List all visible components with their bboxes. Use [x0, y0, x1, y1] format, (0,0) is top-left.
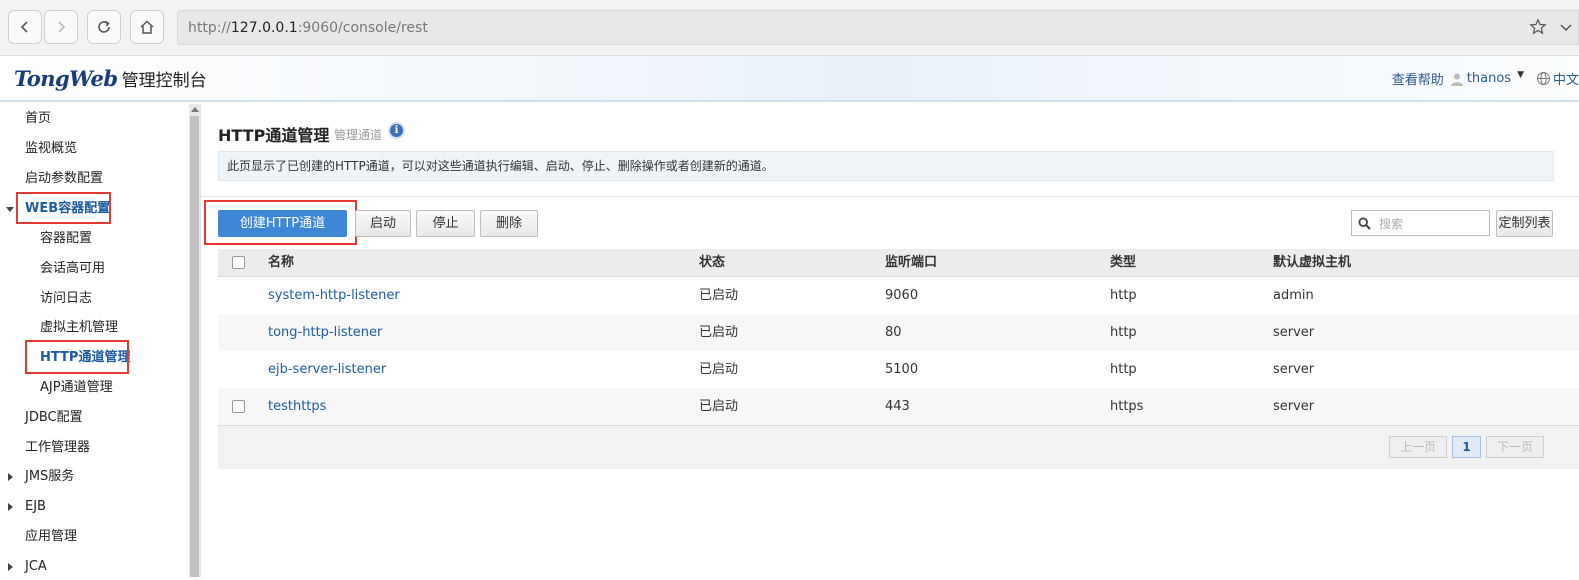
logo-subtitle: 管理控制台 [121, 71, 207, 91]
chevron-right-icon [58, 21, 66, 33]
next-page-button[interactable]: 下一页 [1486, 436, 1544, 458]
channel-type: http [1110, 288, 1137, 303]
back-button[interactable] [8, 10, 42, 44]
start-button[interactable]: 启动 [355, 210, 411, 237]
star-icon[interactable] [1529, 18, 1547, 36]
sidebar-item-app-management[interactable]: 应用管理 [0, 524, 77, 550]
channel-name-link[interactable]: testhttps [268, 388, 326, 425]
table-row[interactable]: testhttps 已启动 443 https server [218, 388, 1579, 425]
channel-name-link[interactable]: system-http-listener [268, 277, 400, 314]
url-host: 127.0.0.1 [230, 19, 298, 36]
sidebar-item-startup-params[interactable]: 启动参数配置 [0, 166, 103, 192]
sidebar-item-label: JCA [25, 559, 47, 574]
logo-brand: TongWeb [14, 66, 118, 91]
search-input[interactable]: 搜索 [1351, 210, 1490, 236]
column-header-vhost[interactable]: 默认虚拟主机 [1273, 249, 1351, 277]
home-icon [140, 20, 154, 34]
url-path: :9060/console/rest [297, 19, 428, 36]
pagination-bar: 上一页 1 下一页 [218, 425, 1579, 469]
table-row[interactable]: system-http-listener 已启动 9060 http admin [218, 277, 1579, 314]
sidebar-group-ejb[interactable]: EJB [0, 494, 190, 520]
search-placeholder: 搜索 [1379, 216, 1404, 231]
prev-page-button[interactable]: 上一页 [1389, 436, 1447, 458]
channel-vhost: server [1273, 399, 1315, 414]
browser-toolbar: http://127.0.0.1:9060/console/rest [0, 0, 1579, 56]
channel-vhost: server [1273, 325, 1315, 340]
info-icon[interactable]: i [388, 122, 405, 139]
language-selector[interactable]: 中文 [1553, 69, 1579, 88]
scroll-up-arrow-icon[interactable] [191, 107, 199, 112]
chevron-down-icon[interactable] [1559, 18, 1573, 36]
channel-status: 已启动 [699, 399, 739, 414]
address-bar[interactable]: http://127.0.0.1:9060/console/rest [177, 10, 1579, 45]
sidebar-item-ajp-channel[interactable]: AJP通道管理 [0, 375, 113, 401]
sidebar: 首页 监视概览 启动参数配置 WEB容器配置 容器配置 会话高可用 访问日志 虚… [0, 104, 201, 577]
page-number-button[interactable]: 1 [1452, 436, 1481, 458]
sidebar-item-access-log[interactable]: 访问日志 [0, 286, 92, 312]
highlight-box [25, 340, 129, 374]
reload-icon [98, 20, 110, 33]
globe-icon [1536, 72, 1550, 85]
column-header-status[interactable]: 状态 [699, 249, 725, 277]
url-scheme: http:// [188, 19, 231, 36]
channel-name-link[interactable]: tong-http-listener [268, 314, 382, 351]
sidebar-item-jdbc[interactable]: JDBC配置 [0, 405, 83, 431]
user-icon [1450, 73, 1463, 86]
sidebar-item-label: EJB [25, 499, 46, 514]
sidebar-item-container-config[interactable]: 容器配置 [0, 226, 92, 252]
table-header: 名称 状态 监听端口 类型 默认虚拟主机 [218, 249, 1579, 277]
header-actions: 查看帮助 thanos ▼ 中文 [1392, 69, 1579, 89]
page-title: HTTP通道管理 [218, 126, 330, 145]
channel-vhost: server [1273, 362, 1315, 377]
caret-down-icon[interactable]: ▼ [1517, 70, 1524, 80]
delete-button[interactable]: 删除 [480, 210, 538, 237]
stop-button[interactable]: 停止 [416, 210, 475, 237]
help-link[interactable]: 查看帮助 [1392, 69, 1444, 88]
sidebar-item-session-ha[interactable]: 会话高可用 [0, 256, 105, 282]
column-header-name[interactable]: 名称 [268, 249, 294, 277]
sidebar-scrollbar[interactable] [189, 104, 200, 577]
sidebar-item-home[interactable]: 首页 [0, 106, 51, 132]
select-all-checkbox[interactable] [232, 256, 245, 269]
scrollbar-thumb[interactable] [190, 116, 199, 577]
sidebar-item-virtual-host[interactable]: 虚拟主机管理 [0, 315, 118, 341]
logo: TongWeb 管理控制台 [14, 66, 207, 91]
customize-columns-button[interactable]: 定制列表 [1496, 210, 1553, 237]
row-checkbox[interactable] [232, 400, 245, 413]
page-subtitle: 管理通道 [334, 128, 383, 142]
reload-button[interactable] [87, 10, 121, 44]
channel-vhost: admin [1273, 288, 1314, 303]
highlight-box [204, 200, 357, 245]
column-header-type[interactable]: 类型 [1110, 249, 1136, 277]
app-header: TongWeb 管理控制台 查看帮助 thanos ▼ 中文 [0, 56, 1579, 102]
user-menu[interactable]: thanos [1467, 71, 1511, 86]
table-row[interactable]: tong-http-listener 已启动 80 http server [218, 314, 1579, 351]
channel-port: 9060 [885, 288, 919, 303]
channel-port: 80 [885, 325, 902, 340]
page-description: 此页显示了已创建的HTTP通道，可以对这些通道执行编辑、启动、停止、删除操作或者… [218, 151, 1554, 181]
channel-name-link[interactable]: ejb-server-listener [268, 351, 386, 388]
forward-button[interactable] [44, 10, 78, 44]
channel-port: 5100 [885, 362, 919, 377]
channel-type: https [1110, 399, 1144, 414]
channel-status: 已启动 [699, 288, 739, 303]
highlight-box [16, 192, 111, 224]
sidebar-item-work-manager[interactable]: 工作管理器 [0, 435, 90, 461]
sidebar-item-monitor-overview[interactable]: 监视概览 [0, 136, 77, 162]
column-header-port[interactable]: 监听端口 [885, 249, 937, 277]
search-icon [1358, 216, 1371, 230]
channel-port: 443 [885, 399, 910, 414]
table-row[interactable]: ejb-server-listener 已启动 5100 http server [218, 351, 1579, 388]
chevron-left-icon [20, 21, 28, 33]
channel-type: http [1110, 362, 1137, 377]
channel-type: http [1110, 325, 1137, 340]
sidebar-item-label: JMS服务 [25, 469, 75, 484]
home-button[interactable] [130, 10, 164, 44]
sidebar-group-jms[interactable]: JMS服务 [0, 464, 190, 490]
sidebar-group-jca[interactable]: JCA [0, 554, 190, 580]
main-content: HTTP通道管理 管理通道 i 此页显示了已创建的HTTP通道，可以对这些通道执… [201, 104, 1579, 577]
channel-status: 已启动 [699, 362, 739, 377]
channel-status: 已启动 [699, 325, 739, 340]
divider [201, 196, 1579, 197]
